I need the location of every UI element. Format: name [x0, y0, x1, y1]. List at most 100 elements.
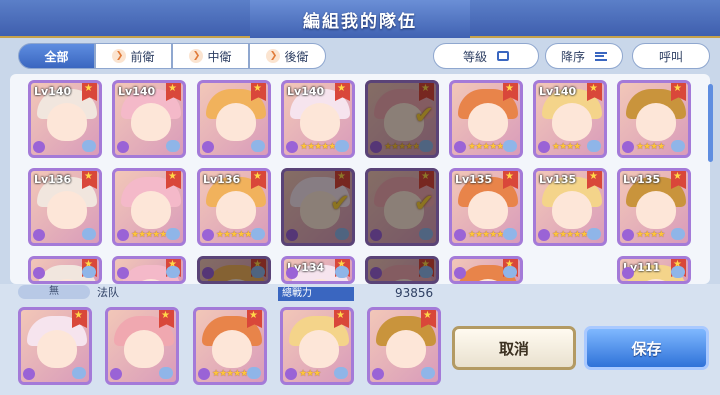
- character-card[interactable]: Lv136: [28, 168, 102, 246]
- equipment-icon: [671, 266, 685, 278]
- call-button[interactable]: 呼叫: [632, 43, 710, 69]
- equipment-icon: [72, 367, 86, 379]
- sort-level-button[interactable]: 等級: [433, 43, 539, 69]
- equipment-icon: [419, 228, 433, 240]
- equipment-icon: [671, 228, 685, 240]
- portrait-face: [131, 191, 171, 229]
- portrait-face: [636, 191, 676, 229]
- equipment-icon: [166, 140, 180, 152]
- portrait-face: [47, 191, 87, 229]
- portrait-face: [300, 103, 340, 141]
- character-card[interactable]: ★ ★★★★: [193, 307, 267, 385]
- character-card[interactable]: Lv136 ★★★★★: [197, 168, 271, 246]
- character-card[interactable]: Lv140 ★★★★★: [281, 80, 355, 158]
- grid-scrollbar[interactable]: [708, 84, 713, 162]
- role-icon: [285, 368, 297, 380]
- level-label: Lv140: [287, 85, 325, 98]
- role-icon: [622, 229, 634, 241]
- chevron-right-icon: ❯: [266, 49, 281, 63]
- tab-label: 中衛: [207, 49, 232, 64]
- character-card[interactable]: [28, 256, 102, 284]
- star-rating: ★★★★★: [216, 230, 252, 240]
- character-card[interactable]: Lv134: [281, 256, 355, 284]
- character-card[interactable]: Lv135 ★★★★★: [449, 168, 523, 246]
- character-card[interactable]: ✔: [365, 256, 439, 284]
- character-card[interactable]: ★ ★★★: [617, 80, 691, 158]
- sort-order-button[interactable]: 降序: [545, 43, 623, 69]
- star-rating: ★★★★★: [300, 142, 336, 152]
- portrait-face: [47, 103, 87, 141]
- role-icon: [286, 267, 298, 279]
- selected-check-icon: ✔: [414, 101, 435, 129]
- character-card[interactable]: ★ ★★★★: [112, 168, 186, 246]
- portrait-face: [299, 330, 339, 368]
- character-card[interactable]: [197, 80, 271, 158]
- star-rating: ★★★★: [636, 230, 665, 240]
- character-card[interactable]: Lv135 ★★★★: [617, 168, 691, 246]
- role-icon: [286, 229, 298, 241]
- level-label: Lv136: [34, 173, 72, 186]
- equipment-icon: [82, 228, 96, 240]
- character-card[interactable]: ✔: [197, 256, 271, 284]
- character-card[interactable]: Lv135 ★★★★★: [533, 168, 607, 246]
- portrait-face: [124, 330, 164, 368]
- portrait-face: [636, 103, 676, 141]
- equipment-icon: [82, 140, 96, 152]
- selected-check-icon: ✔: [414, 277, 434, 281]
- character-card[interactable]: Lv111: [617, 256, 691, 284]
- equipment-icon: [166, 266, 180, 278]
- star-rating: ★★★★: [552, 142, 581, 152]
- equipment-icon: [503, 266, 517, 278]
- save-button[interactable]: 保存: [584, 326, 709, 370]
- role-icon: [286, 141, 298, 153]
- character-card[interactable]: [112, 256, 186, 284]
- tab-label: 後衛: [284, 49, 309, 64]
- character-card[interactable]: ★ ★★★★: [449, 80, 523, 158]
- equipment-icon: [421, 367, 435, 379]
- tab-front[interactable]: ❯ 前衛: [95, 43, 172, 69]
- role-icon: [454, 229, 466, 241]
- equipment-icon: [671, 140, 685, 152]
- character-card[interactable]: ✔: [281, 168, 355, 246]
- tab-middle[interactable]: ❯ 中衛: [172, 43, 249, 69]
- portrait-face: [468, 191, 508, 229]
- star-rating: ★★★★: [636, 142, 665, 152]
- equipment-icon: [335, 140, 349, 152]
- sort-level-label: 等級: [462, 49, 487, 64]
- level-label: Lv140: [34, 85, 72, 98]
- character-card[interactable]: [105, 307, 179, 385]
- total-power-label: 總戰力: [278, 287, 354, 301]
- cancel-button[interactable]: 取消: [452, 326, 576, 370]
- character-card[interactable]: Lv140: [112, 80, 186, 158]
- equipment-icon: [166, 228, 180, 240]
- equipment-icon: [247, 367, 261, 379]
- character-card[interactable]: [449, 256, 523, 284]
- tab-back[interactable]: ❯ 後衛: [249, 43, 326, 69]
- character-card[interactable]: ✔: [365, 168, 439, 246]
- team-name[interactable]: 法队: [97, 284, 119, 300]
- role-icon: [454, 267, 466, 279]
- character-card[interactable]: Lv140 ★★★★: [533, 80, 607, 158]
- character-card[interactable]: ★ ★★: [280, 307, 354, 385]
- role-icon: [202, 267, 214, 279]
- equipment-icon: [419, 140, 433, 152]
- star-rating: ★★★★★: [212, 369, 248, 379]
- star-rating: ★★★★★: [552, 230, 588, 240]
- character-card[interactable]: Lv140: [28, 80, 102, 158]
- level-label: Lv136: [203, 173, 241, 186]
- role-icon: [33, 141, 45, 153]
- character-card[interactable]: [18, 307, 92, 385]
- filter-tabs: 全部 ❯ 前衛 ❯ 中衛 ❯ 後衛: [18, 43, 326, 69]
- team-tag: 無: [18, 285, 90, 299]
- selected-check-icon: ✔: [414, 189, 435, 217]
- equipment-icon: [159, 367, 173, 379]
- role-icon: [622, 267, 634, 279]
- equipment-icon: [251, 140, 265, 152]
- character-card[interactable]: [367, 307, 441, 385]
- portrait-face: [216, 103, 256, 141]
- character-card[interactable]: ★★★★★ ✔: [365, 80, 439, 158]
- equipment-icon: [503, 140, 517, 152]
- role-icon: [110, 368, 122, 380]
- role-icon: [33, 267, 45, 279]
- tab-all[interactable]: 全部: [18, 43, 95, 69]
